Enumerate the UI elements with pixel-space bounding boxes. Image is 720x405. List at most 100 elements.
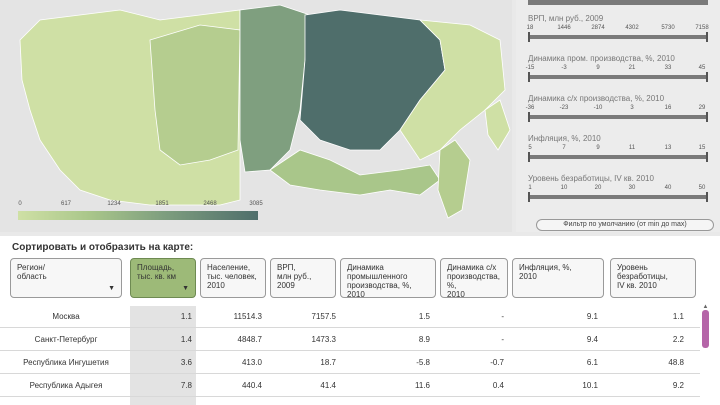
filter-tick: 15 <box>698 145 706 151</box>
reset-filter-button[interactable]: Фильтр по умолчанию (от min до max) <box>536 219 714 231</box>
sort-button-label: Динамика промышленного производства, %, … <box>347 263 412 298</box>
filter-tick: 10 <box>560 185 568 191</box>
cell-population: 413.0 <box>241 358 262 367</box>
cell-area: 7.8 <box>180 381 192 390</box>
filter-tick: 5 <box>528 145 532 151</box>
table-row[interactable]: Москва 1.1 11514.3 7157.5 1.5 - 9.1 1.1 <box>0 306 700 328</box>
sort-arrow-icon: ▼ <box>108 285 115 292</box>
table-row[interactable]: Республика Ингушетия 3.6 413.0 18.7 -5.8… <box>0 352 700 374</box>
cell-area: 3.6 <box>180 358 192 367</box>
cell-inflation: 10.1 <box>582 381 598 390</box>
filter-tick: 7 <box>562 145 566 151</box>
sort-button-industry[interactable]: Динамика промышленного производства, %, … <box>340 258 436 298</box>
sort-title: Сортировать и отобразить на карте: <box>12 242 194 253</box>
filter-tick: 1 <box>528 185 532 191</box>
cell-industry: 1.5 <box>418 312 430 321</box>
filter-slider-top[interactable] <box>528 0 708 5</box>
filter-tick: 20 <box>594 185 602 191</box>
cell-agriculture: -0.7 <box>490 358 504 367</box>
filter-tick: 18 <box>526 25 534 31</box>
filter-tick: 30 <box>628 185 636 191</box>
cell-gdp: 41.4 <box>320 381 336 390</box>
cell-area: 1.4 <box>180 335 192 344</box>
cell-region: Санкт-Петербург <box>34 335 98 344</box>
filter-ticks: 5 7 9 11 13 15 <box>526 145 710 153</box>
filter-tick: 50 <box>698 185 706 191</box>
sort-button-area[interactable]: Площадь, тыс. кв. км ▼ <box>130 258 196 298</box>
filter-gdp: ВРП, млн руб., 2009 18 1446 2874 4302 57… <box>526 14 712 48</box>
cell-inflation: 9.4 <box>586 335 598 344</box>
filter-tick: 2874 <box>591 25 605 31</box>
filter-tick: -15 <box>525 65 535 71</box>
cell-area: 1.1 <box>180 312 192 321</box>
legend-tick: 3085 <box>249 201 263 207</box>
filter-agriculture: Динамика с/х производства, %, 2010 -36 -… <box>526 94 712 128</box>
filter-slider[interactable] <box>528 152 708 162</box>
filter-tick: 1446 <box>557 25 571 31</box>
filter-tick: 4302 <box>625 25 639 31</box>
filter-unemployment: Уровень безработицы, IV кв. 2010 1 10 20… <box>526 174 712 208</box>
filter-label: ВРП, млн руб., 2009 <box>528 14 604 23</box>
cell-unemployment: 2.2 <box>672 335 684 344</box>
cell-population: 11514.3 <box>233 312 262 321</box>
sort-button-inflation[interactable]: Инфляция, %, 2010 <box>512 258 604 298</box>
table-area: Сортировать и отобразить на карте: Регио… <box>0 236 720 405</box>
cell-region: Республика Адыгея <box>29 381 103 390</box>
filter-tick: 13 <box>664 145 672 151</box>
filter-tick: 9 <box>596 145 600 151</box>
cell-agriculture: 0.4 <box>492 381 504 390</box>
russia-map[interactable] <box>0 0 512 232</box>
sort-arrow-icon: ▼ <box>182 285 189 292</box>
filter-slider[interactable] <box>528 112 708 122</box>
filter-industry: Динамика пром. производства, %, 2010 -15… <box>526 54 712 88</box>
table-row[interactable]: Республика Адыгея 7.8 440.4 41.4 11.6 0.… <box>0 375 700 397</box>
filter-tick: 7158 <box>695 25 709 31</box>
sort-button-population[interactable]: Население, тыс. человек, 2010 <box>200 258 266 298</box>
legend-color-bar <box>18 211 258 220</box>
sort-button-label: Площадь, тыс. кв. км <box>137 263 177 281</box>
filter-slider[interactable] <box>528 32 708 42</box>
legend-tick: 617 <box>60 201 72 207</box>
filter-tick: 16 <box>664 105 672 111</box>
sort-button-gdp[interactable]: ВРП, млн руб., 2009 <box>270 258 336 298</box>
cell-inflation: 6.1 <box>586 358 598 367</box>
filter-ticks: -15 -3 9 21 33 45 <box>526 65 710 73</box>
filter-label: Уровень безработицы, IV кв. 2010 <box>528 174 654 183</box>
table-row[interactable]: Санкт-Петербург 1.4 4848.7 1473.3 8.9 - … <box>0 329 700 351</box>
filter-ticks: 1 10 20 30 40 50 <box>526 185 710 193</box>
map-panel: 0 617 1234 1851 2468 3085 <box>0 0 512 232</box>
filter-panel: ВРП, млн руб., 2009 18 1446 2874 4302 57… <box>516 0 720 232</box>
cell-unemployment: 48.8 <box>668 358 684 367</box>
filter-ticks: -36 -23 -10 3 16 29 <box>526 105 710 113</box>
filter-label: Динамика пром. производства, %, 2010 <box>528 54 675 63</box>
cell-inflation: 9.1 <box>586 312 598 321</box>
filter-ticks: 18 1446 2874 4302 5730 7158 <box>526 25 710 33</box>
cell-population: 4848.7 <box>237 335 262 344</box>
filter-label: Динамика с/х производства, %, 2010 <box>528 94 665 103</box>
cell-agriculture: - <box>501 312 504 321</box>
sort-button-label: Инфляция, %, 2010 <box>519 263 572 281</box>
sort-button-region[interactable]: Регион/ область ▼ <box>10 258 122 298</box>
cell-gdp: 1473.3 <box>311 335 336 344</box>
cell-unemployment: 1.1 <box>672 312 684 321</box>
scrollbar-thumb[interactable] <box>702 310 709 348</box>
sort-button-agriculture[interactable]: Динамика с/х производства, %, 2010 <box>440 258 508 298</box>
filter-tick: 33 <box>664 65 672 71</box>
filter-label: Инфляция, %, 2010 <box>528 134 601 143</box>
sort-button-label: Динамика с/х производства, %, 2010 <box>447 263 500 298</box>
filter-slider[interactable] <box>528 192 708 202</box>
filter-tick: -36 <box>525 105 535 111</box>
legend-tick: 0 <box>18 201 22 207</box>
filter-tick: 9 <box>596 65 600 71</box>
legend-tick: 2468 <box>203 201 217 207</box>
filter-tick: 40 <box>664 185 672 191</box>
sort-button-label: Население, тыс. человек, 2010 <box>207 263 257 290</box>
map-region-ural <box>149 24 241 166</box>
cell-industry: 8.9 <box>418 335 430 344</box>
sort-button-unemployment[interactable]: Уровень безработицы, IV кв. 2010 <box>610 258 696 298</box>
filter-tick: 3 <box>630 105 634 111</box>
filter-slider[interactable] <box>528 72 708 82</box>
filter-tick: 45 <box>698 65 706 71</box>
cell-gdp: 7157.5 <box>311 312 336 321</box>
map-legend: 0 617 1234 1851 2468 3085 <box>18 201 263 231</box>
